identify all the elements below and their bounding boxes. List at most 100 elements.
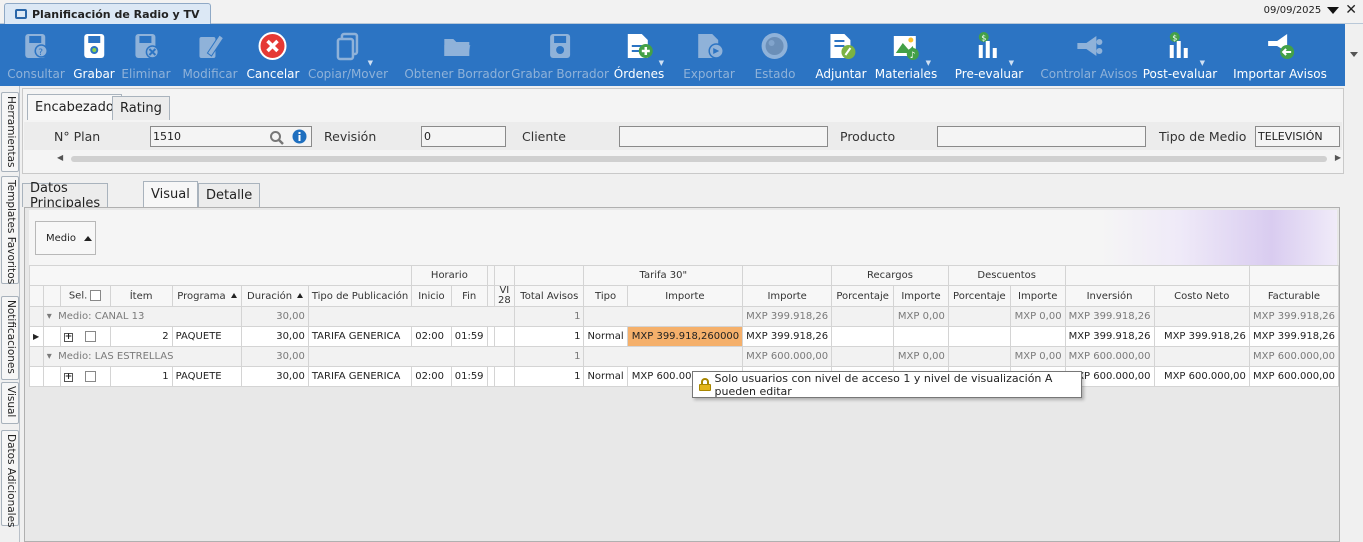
group-row[interactable]: ▾ Medio: LAS ESTRELLAS 30,00 1 MXP 600.0… [29,346,1340,367]
revision-label: Revisión [324,129,377,144]
cancel-x-icon [258,31,288,61]
adjuntar-label: Adjuntar [815,67,867,81]
band-horario: Horario [411,265,488,286]
scroll-right-icon[interactable]: ▶ [1335,153,1341,162]
side-tab-notificaciones[interactable]: Notificaciones [1,296,19,380]
dropdown-arrow-icon[interactable]: ▼ [659,59,664,67]
estado-button[interactable]: Estado [754,24,796,86]
importar-avisos-button[interactable]: Importar Avisos [1233,24,1327,86]
cliente-label: Cliente [522,129,566,144]
consult-disk-icon: ? [21,31,51,61]
col-duracion[interactable]: Duración [241,285,309,307]
col-importe-tarifa[interactable]: Importe [626,285,744,307]
select-all-checkbox[interactable] [90,290,102,302]
post-evaluar-button[interactable]: $ ▼ Post-evaluar [1143,24,1217,86]
document-tab[interactable]: Planificación de Radio y TV [4,3,211,24]
group-label: Medio: LAS ESTRELLAS [58,351,174,362]
col-item[interactable]: Ítem [109,285,173,307]
col-vi[interactable]: VI 28 [493,285,516,307]
col-programa[interactable]: Programa [171,285,243,307]
table-row[interactable]: + 1 PAQUETE 30,00 TARIFA GENERICA 02:00 … [29,366,1340,387]
side-tab-herramientas[interactable]: Herramientas [1,92,19,172]
cliente-field[interactable] [619,126,828,147]
col-inversion[interactable]: Inversión [1064,285,1155,307]
plan-number-label: N° Plan [54,129,101,144]
group-row[interactable]: ▾ Medio: CANAL 13 30,00 1 MXP 399.918,26… [29,306,1340,327]
col-sel[interactable]: Sel. [59,285,111,307]
col-total-avisos[interactable]: Total Avisos [514,285,585,307]
revision-field[interactable]: 0 [421,126,506,147]
side-tab-datos-adicionales[interactable]: Datos Adicionales [1,430,19,528]
eliminar-button[interactable]: Eliminar [121,24,171,86]
svg-text:?: ? [38,48,43,58]
search-icon[interactable] [269,130,285,146]
collapse-icon[interactable]: ▾ [47,351,52,362]
consultar-button[interactable]: ? Consultar [7,24,65,86]
tooltip-text: Solo usuarios con nivel de acceso 1 y ni… [714,371,1053,398]
window-menu-dropdown-icon[interactable] [1327,6,1340,14]
exportar-button[interactable]: Exportar [683,24,735,86]
materials-icon: ♪ ▼ [891,31,931,67]
adjuntar-button[interactable]: Adjuntar [815,24,867,86]
scroll-left-icon[interactable]: ◀ [57,153,63,162]
materiales-button[interactable]: ♪ ▼ Materiales [875,24,937,86]
col-descuento-porcentaje[interactable]: Porcentaje [947,285,1011,307]
tv-icon [15,9,27,19]
grid-column-header: Sel. Ítem Programa Duración Tipo de Publ… [29,285,1340,307]
producto-label: Producto [840,129,896,144]
col-importe[interactable]: Importe [742,285,833,307]
obtener-borrador-label: Obtener Borrador [404,67,510,81]
col-descuento-importe[interactable]: Importe [1009,285,1066,307]
side-tab-templates-favoritos[interactable]: Templates Favoritos [1,176,19,284]
dropdown-arrow-icon[interactable]: ▼ [1200,59,1205,67]
ribbon-overflow-button[interactable] [1345,24,1363,86]
col-costo-neto[interactable]: Costo Neto [1153,285,1250,307]
col-tipo[interactable]: Tipo [583,285,628,307]
col-recargo-importe[interactable]: Importe [893,285,949,307]
dropdown-arrow-icon[interactable]: ▼ [926,59,931,67]
permission-tooltip: Solo usuarios con nivel de acceso 1 y ni… [692,371,1082,398]
exportar-label: Exportar [683,67,735,81]
col-fin[interactable]: Fin [450,285,488,307]
grabar-button[interactable]: Grabar [73,24,115,86]
group-chip-medio[interactable]: Medio [35,221,96,255]
info-icon[interactable] [292,129,307,144]
tipo-medio-label: Tipo de Medio [1159,129,1247,144]
col-tipo-publicacion[interactable]: Tipo de Publicación [307,285,413,307]
row-select-checkbox[interactable] [85,370,97,382]
plan-number-field[interactable]: 1510 [150,126,312,147]
grabar-borrador-button[interactable]: Grabar Borrador [511,24,609,86]
plan-grid: Horario Tarifa 30" Recargos Descuentos S… [28,265,1340,387]
header-horizontal-scrollbar[interactable]: ◀ ▶ [57,153,1341,165]
tipo-medio-field[interactable]: TELEVISIÓN [1255,126,1340,147]
col-inicio[interactable]: Inicio [411,285,452,307]
side-tab-visual[interactable]: Visual [1,382,19,424]
col-facturable[interactable]: Facturable [1248,285,1340,307]
close-window-icon[interactable]: ✕ [1345,3,1357,17]
modificar-button[interactable]: Modificar [182,24,238,86]
obtener-borrador-button[interactable]: Obtener Borrador [404,24,510,86]
estado-label: Estado [754,67,796,81]
pre-evaluar-button[interactable]: $ ▼ Pre-evaluar [955,24,1023,86]
tab-detalle[interactable]: Detalle [198,183,261,207]
collapse-icon[interactable]: ▾ [47,311,52,322]
copiar-mover-button[interactable]: ▼ Copiar/Mover [308,24,388,86]
controlar-avisos-button[interactable]: Controlar Avisos [1040,24,1138,86]
tab-rating[interactable]: Rating [112,96,170,120]
col-recargo-porcentaje[interactable]: Porcentaje [831,285,895,307]
expand-row-icon[interactable]: + [63,333,73,343]
dropdown-arrow-icon[interactable]: ▼ [1009,59,1014,67]
expand-row-icon[interactable]: + [63,373,73,383]
tab-visual[interactable]: Visual [143,181,198,207]
dropdown-arrow-icon[interactable]: ▼ [368,59,373,67]
tab-encabezado[interactable]: Encabezado [27,94,122,120]
producto-field[interactable] [937,126,1146,147]
row-select-checkbox[interactable] [85,330,97,342]
tarifa-importe-cell[interactable]: MXP 399.918,260000 [626,326,744,347]
table-row[interactable]: ▶ + 2 PAQUETE 30,00 TARIFA GENERICA 02:0… [29,326,1340,347]
ordenes-button[interactable]: ▼ Órdenes [614,24,664,86]
copiar-mover-label: Copiar/Mover [307,67,389,81]
tab-datos-principales[interactable]: Datos Principales [22,181,109,211]
band-recargos: Recargos [831,265,949,286]
cancelar-button[interactable]: Cancelar [247,24,299,86]
